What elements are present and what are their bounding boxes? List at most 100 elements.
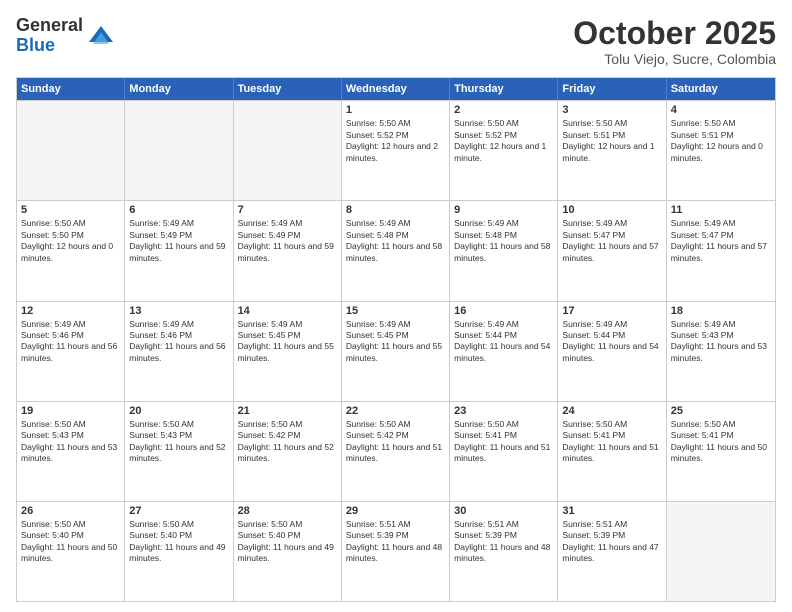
day-info: Sunrise: 5:49 AM Sunset: 5:45 PM Dayligh… [346,319,445,365]
title-block: October 2025 Tolu Viejo, Sucre, Colombia [573,16,776,67]
day-info: Sunrise: 5:49 AM Sunset: 5:49 PM Dayligh… [129,218,228,264]
calendar-day-26: 26Sunrise: 5:50 AM Sunset: 5:40 PM Dayli… [17,502,125,601]
day-info: Sunrise: 5:51 AM Sunset: 5:39 PM Dayligh… [454,519,553,565]
calendar-day-1: 1Sunrise: 5:50 AM Sunset: 5:52 PM Daylig… [342,101,450,200]
day-number: 22 [346,405,445,417]
calendar-day-14: 14 Sunrise: 5:49 AM Sunset: 5:45 PM Dayli… [234,302,342,401]
calendar-day-22: 22 Sunrise: 5:50 AM Sunset: 5:42 PM Dayli… [342,402,450,501]
day-info: Sunrise: 5:50 AM Sunset: 5:40 PM Dayligh… [129,519,228,565]
calendar-day-10: 10 Sunrise: 5:49 AM Sunset: 5:47 PM Dayli… [558,201,666,300]
day-number: 6 [129,204,228,216]
calendar-day-empty [17,101,125,200]
day-number: 2 [454,104,553,116]
calendar-day-9: 9 Sunrise: 5:49 AM Sunset: 5:48 PM Daylig… [450,201,558,300]
day-number: 7 [238,204,337,216]
day-info: Sunrise: 5:49 AM Sunset: 5:46 PM Dayligh… [21,319,120,365]
day-number: 8 [346,204,445,216]
day-info: Sunrise: 5:50 AM Sunset: 5:43 PM Dayligh… [21,419,120,465]
day-number: 13 [129,305,228,317]
day-info: Sunrise: 5:49 AM Sunset: 5:47 PM Dayligh… [562,218,661,264]
weekday-header-saturday: Saturday [667,78,775,100]
day-info: Sunrise: 5:49 AM Sunset: 5:43 PM Dayligh… [671,319,771,365]
calendar-day-empty [667,502,775,601]
day-number: 24 [562,405,661,417]
day-info: Sunrise: 5:50 AM Sunset: 5:50 PM Dayligh… [21,218,120,264]
day-info: Sunrise: 5:49 AM Sunset: 5:48 PM Dayligh… [454,218,553,264]
calendar-day-27: 27 Sunrise: 5:50 AM Sunset: 5:40 PM Dayli… [125,502,233,601]
day-info: Sunrise: 5:49 AM Sunset: 5:44 PM Dayligh… [562,319,661,365]
day-number: 16 [454,305,553,317]
day-number: 10 [562,204,661,216]
calendar-day-20: 20 Sunrise: 5:50 AM Sunset: 5:43 PM Dayli… [125,402,233,501]
calendar-day-7: 7 Sunrise: 5:49 AM Sunset: 5:49 PM Daylig… [234,201,342,300]
day-info: Sunrise: 5:50 AM Sunset: 5:41 PM Dayligh… [562,419,661,465]
day-number: 29 [346,505,445,517]
calendar-day-12: 12Sunrise: 5:49 AM Sunset: 5:46 PM Dayli… [17,302,125,401]
logo-text: General Blue [16,16,83,56]
weekday-header-monday: Monday [125,78,233,100]
calendar-day-24: 24 Sunrise: 5:50 AM Sunset: 5:41 PM Dayli… [558,402,666,501]
day-number: 30 [454,505,553,517]
calendar-day-4: 4Sunrise: 5:50 AM Sunset: 5:51 PM Daylig… [667,101,775,200]
calendar-day-empty [125,101,233,200]
calendar-body: 1Sunrise: 5:50 AM Sunset: 5:52 PM Daylig… [17,100,775,601]
day-number: 27 [129,505,228,517]
calendar-day-28: 28 Sunrise: 5:50 AM Sunset: 5:40 PM Dayli… [234,502,342,601]
day-number: 23 [454,405,553,417]
day-number: 3 [562,104,661,116]
calendar-week-5: 26 Sunrise: 5:50 AM Sunset: 5:40 PM Dayli… [17,501,775,601]
day-info: Sunrise: 5:50 AM Sunset: 5:41 PM Dayligh… [671,419,771,465]
day-info: Sunrise: 5:49 AM Sunset: 5:49 PM Dayligh… [238,218,337,264]
day-info: Sunrise: 5:49 AM Sunset: 5:47 PM Dayligh… [671,218,771,264]
day-info: Sunrise: 5:50 AM Sunset: 5:40 PM Dayligh… [238,519,337,565]
logo-blue: Blue [16,36,83,56]
day-info: Sunrise: 5:50 AM Sunset: 5:52 PM Dayligh… [454,118,553,164]
day-info: Sunrise: 5:50 AM Sunset: 5:42 PM Dayligh… [238,419,337,465]
logo-general: General [16,16,83,36]
day-number: 9 [454,204,553,216]
day-number: 20 [129,405,228,417]
calendar-day-3: 3 Sunrise: 5:50 AM Sunset: 5:51 PM Daylig… [558,101,666,200]
day-info: Sunrise: 5:49 AM Sunset: 5:46 PM Dayligh… [129,319,228,365]
calendar-day-23: 23 Sunrise: 5:50 AM Sunset: 5:41 PM Dayli… [450,402,558,501]
weekday-header-sunday: Sunday [17,78,125,100]
day-number: 21 [238,405,337,417]
day-number: 18 [671,305,771,317]
weekday-header-friday: Friday [558,78,666,100]
calendar-day-2: 2 Sunrise: 5:50 AM Sunset: 5:52 PM Daylig… [450,101,558,200]
calendar-week-3: 12Sunrise: 5:49 AM Sunset: 5:46 PM Dayli… [17,301,775,401]
day-info: Sunrise: 5:50 AM Sunset: 5:42 PM Dayligh… [346,419,445,465]
day-info: Sunrise: 5:50 AM Sunset: 5:41 PM Dayligh… [454,419,553,465]
calendar-header: SundayMondayTuesdayWednesdayThursdayFrid… [17,78,775,100]
logo-icon [87,22,115,50]
calendar-week-1: 1Sunrise: 5:50 AM Sunset: 5:52 PM Daylig… [17,100,775,200]
weekday-header-thursday: Thursday [450,78,558,100]
calendar-day-17: 17 Sunrise: 5:49 AM Sunset: 5:44 PM Dayli… [558,302,666,401]
day-number: 25 [671,405,771,417]
calendar-day-5: 5Sunrise: 5:50 AM Sunset: 5:50 PM Daylig… [17,201,125,300]
calendar-day-30: 30 Sunrise: 5:51 AM Sunset: 5:39 PM Dayli… [450,502,558,601]
calendar-day-29: 29Sunrise: 5:51 AM Sunset: 5:39 PM Dayli… [342,502,450,601]
page: General Blue October 2025 Tolu Viejo, Su… [0,0,792,612]
calendar-day-16: 16Sunrise: 5:49 AM Sunset: 5:44 PM Dayli… [450,302,558,401]
logo: General Blue [16,16,115,56]
calendar-day-18: 18 Sunrise: 5:49 AM Sunset: 5:43 PM Dayli… [667,302,775,401]
calendar-week-4: 19 Sunrise: 5:50 AM Sunset: 5:43 PM Dayli… [17,401,775,501]
month-title: October 2025 [573,16,776,51]
calendar-day-19: 19 Sunrise: 5:50 AM Sunset: 5:43 PM Dayli… [17,402,125,501]
calendar-day-15: 15Sunrise: 5:49 AM Sunset: 5:45 PM Dayli… [342,302,450,401]
day-info: Sunrise: 5:50 AM Sunset: 5:43 PM Dayligh… [129,419,228,465]
calendar-day-empty [234,101,342,200]
calendar-week-2: 5Sunrise: 5:50 AM Sunset: 5:50 PM Daylig… [17,200,775,300]
location-subtitle: Tolu Viejo, Sucre, Colombia [573,51,776,67]
day-number: 14 [238,305,337,317]
day-number: 19 [21,405,120,417]
day-info: Sunrise: 5:50 AM Sunset: 5:51 PM Dayligh… [562,118,661,164]
day-number: 28 [238,505,337,517]
day-number: 11 [671,204,771,216]
day-number: 26 [21,505,120,517]
day-number: 4 [671,104,771,116]
day-info: Sunrise: 5:49 AM Sunset: 5:48 PM Dayligh… [346,218,445,264]
day-number: 17 [562,305,661,317]
day-info: Sunrise: 5:49 AM Sunset: 5:45 PM Dayligh… [238,319,337,365]
